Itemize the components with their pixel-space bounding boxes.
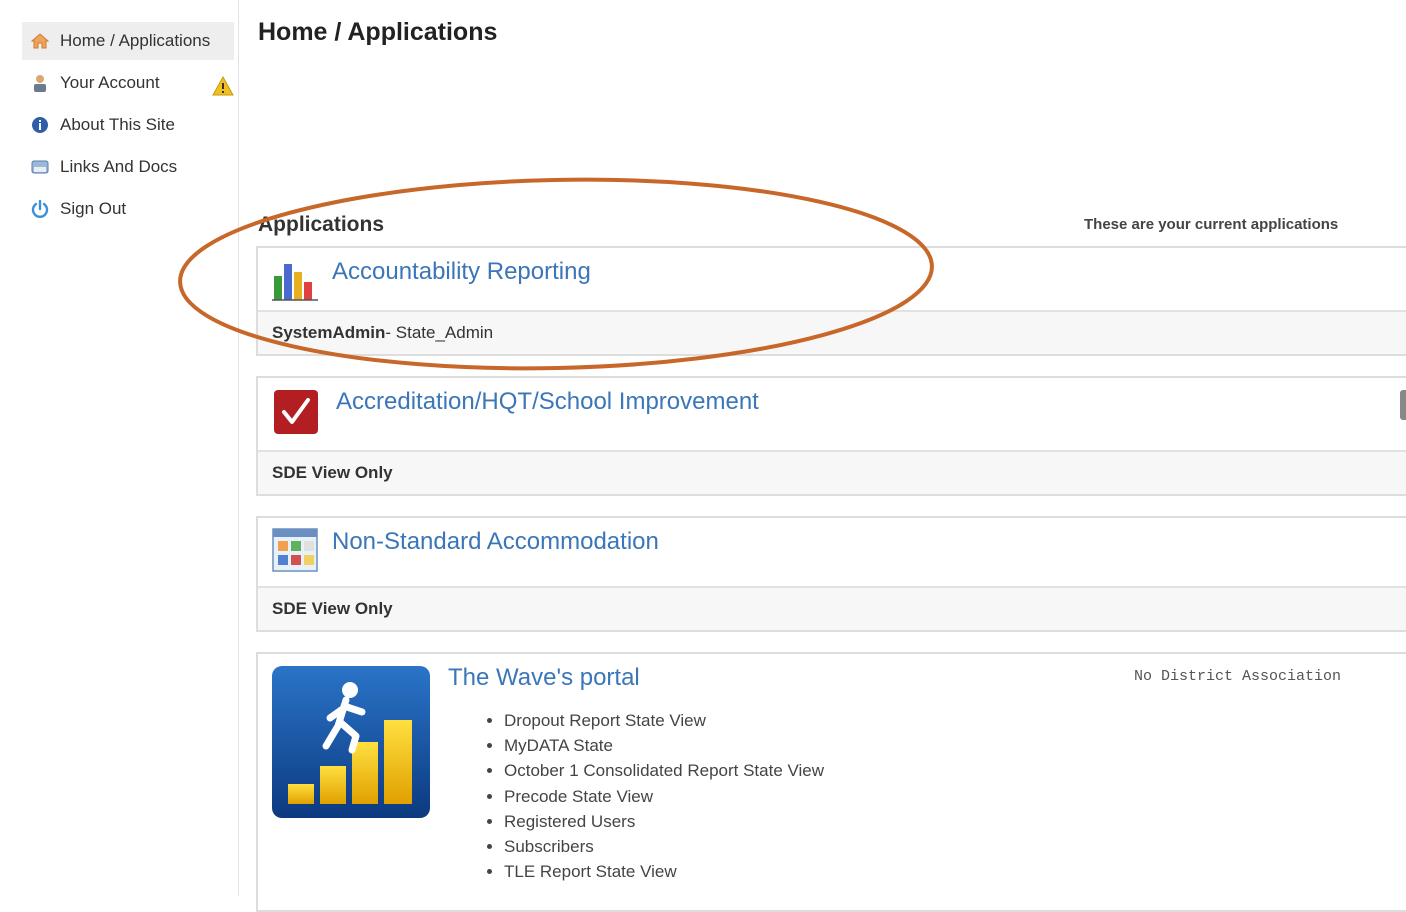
- app-role-name: SystemAdmin: [272, 323, 386, 342]
- checkmark-icon[interactable]: [272, 390, 320, 434]
- app-link-nonstandard[interactable]: Non-Standard Accommodation: [332, 528, 659, 556]
- app-role-detail: - State_Admin: [385, 323, 494, 342]
- app-card-accreditation: Accreditation/HQT/School Improvement SDE…: [256, 376, 1406, 496]
- app-card-accountability: Accountability Reporting SystemAdmin - S…: [256, 246, 1406, 356]
- app-role-name: SDE View Only: [272, 599, 393, 618]
- sidebar-item-account[interactable]: Your Account: [22, 64, 234, 102]
- list-item[interactable]: TLE Report State View: [504, 859, 824, 884]
- power-icon: [30, 199, 50, 219]
- info-icon: [30, 115, 50, 135]
- applications-note: These are your current applications: [1084, 216, 1339, 233]
- links-icon: [30, 157, 50, 177]
- app-link-accreditation[interactable]: Accreditation/HQT/School Improvement: [336, 388, 759, 416]
- list-item[interactable]: Subscribers: [504, 834, 824, 859]
- sidebar-item-home[interactable]: Home / Applications: [22, 22, 234, 60]
- list-item[interactable]: October 1 Consolidated Report State View: [504, 758, 824, 783]
- sidebar: Home / Applications Your Account About T…: [0, 0, 239, 896]
- sidebar-item-signout[interactable]: Sign Out: [22, 190, 234, 228]
- grid-calendar-icon[interactable]: [272, 528, 320, 572]
- app-role-name: SDE View Only: [272, 463, 393, 482]
- list-item[interactable]: Precode State View: [504, 784, 824, 809]
- sidebar-item-label: About This Site: [60, 115, 175, 134]
- wave-report-list: Dropout Report State View MyDATA State O…: [486, 708, 824, 884]
- app-card-nonstandard: Non-Standard Accommodation SDE View Only: [256, 516, 1406, 632]
- scroll-edge-indicator: [1400, 390, 1406, 420]
- app-role: SDE View Only: [258, 586, 1406, 630]
- app-link-wave[interactable]: The Wave's portal: [448, 664, 640, 692]
- applications-heading: Applications: [258, 213, 385, 236]
- app-link-accountability[interactable]: Accountability Reporting: [332, 258, 591, 286]
- list-item[interactable]: MyDATA State: [504, 733, 824, 758]
- sidebar-item-label: Your Account: [60, 73, 160, 92]
- list-item[interactable]: Registered Users: [504, 809, 824, 834]
- bar-chart-icon[interactable]: [272, 258, 320, 302]
- app-role: SystemAdmin - State_Admin: [258, 310, 1406, 354]
- status-text: No District Association: [1134, 668, 1342, 685]
- sidebar-item-about[interactable]: About This Site: [22, 106, 234, 144]
- app-card-wave: The Wave's portal No District Associatio…: [256, 652, 1406, 912]
- page-title: Home / Applications: [258, 18, 498, 46]
- sidebar-item-links[interactable]: Links And Docs: [22, 148, 234, 186]
- user-icon: [30, 73, 50, 93]
- sidebar-item-label: Sign Out: [60, 199, 127, 218]
- sidebar-item-label: Links And Docs: [60, 157, 178, 176]
- warning-icon: [212, 75, 234, 96]
- stairs-runner-icon[interactable]: [272, 666, 430, 818]
- home-icon: [30, 31, 50, 51]
- sidebar-item-label: Home / Applications: [60, 31, 211, 50]
- app-role: SDE View Only: [258, 450, 1406, 494]
- list-item[interactable]: Dropout Report State View: [504, 708, 824, 733]
